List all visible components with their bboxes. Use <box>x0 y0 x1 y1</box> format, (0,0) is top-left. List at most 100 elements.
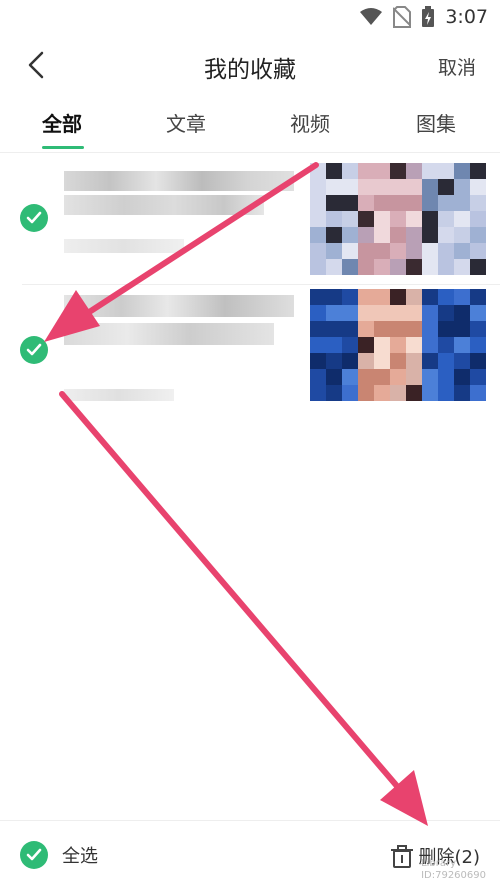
thumbnail-pixel <box>390 385 406 401</box>
thumbnail-pixel <box>470 243 486 259</box>
checkbox-checked[interactable] <box>20 204 48 232</box>
thumbnail-pixel <box>358 227 374 243</box>
thumbnail-pixel <box>438 289 454 305</box>
thumbnail-pixel <box>406 305 422 321</box>
select-all-button[interactable]: 全选 <box>20 841 98 869</box>
thumbnail-pixel <box>438 195 454 211</box>
thumbnail-pixel <box>454 243 470 259</box>
thumbnail-pixel <box>358 321 374 337</box>
tab-galleries[interactable]: 图集 <box>416 108 456 137</box>
thumbnail-pixel <box>390 211 406 227</box>
thumbnail-pixel <box>454 289 470 305</box>
tab-articles[interactable]: 文章 <box>166 108 206 137</box>
thumbnail-pixel <box>454 163 470 179</box>
thumbnail-pixel <box>470 211 486 227</box>
tab-videos[interactable]: 视频 <box>290 108 330 137</box>
checkbox-checked[interactable] <box>20 336 48 364</box>
thumbnail-pixel <box>422 243 438 259</box>
thumbnail-pixel <box>470 353 486 369</box>
thumbnail-pixel <box>470 321 486 337</box>
page-title: 我的收藏 <box>204 57 296 83</box>
thumbnail-pixel <box>406 211 422 227</box>
thumbnail-pixel <box>470 195 486 211</box>
thumbnail-pixel <box>326 305 342 321</box>
thumbnail-pixel <box>406 195 422 211</box>
thumbnail-pixel <box>374 353 390 369</box>
thumbnail-pixel <box>406 353 422 369</box>
thumbnail-pixel <box>342 179 358 195</box>
thumbnail-pixel <box>310 227 326 243</box>
thumbnail-pixel <box>438 321 454 337</box>
thumbnail-pixel <box>342 211 358 227</box>
active-tab-indicator <box>42 146 84 149</box>
thumbnail-pixel <box>422 305 438 321</box>
thumbnail-pixel <box>374 227 390 243</box>
thumbnail-pixel <box>422 163 438 179</box>
thumbnail-pixel <box>390 353 406 369</box>
status-icons: 3:07 <box>359 6 488 28</box>
thumbnail-pixel <box>422 259 438 275</box>
thumbnail-image <box>310 163 486 275</box>
thumbnail-pixel <box>358 179 374 195</box>
thumbnail-pixel <box>454 369 470 385</box>
wifi-icon <box>360 8 383 25</box>
thumbnail-pixel <box>310 289 326 305</box>
thumbnail-pixel <box>454 259 470 275</box>
select-all-checkbox[interactable] <box>20 841 48 869</box>
thumbnail-pixel <box>454 211 470 227</box>
watermark-line: Library <box>421 858 457 869</box>
thumbnail-pixel <box>422 385 438 401</box>
thumbnail-pixel <box>374 259 390 275</box>
thumbnail-pixel <box>406 385 422 401</box>
thumbnail-pixel <box>390 163 406 179</box>
tab-all[interactable]: 全部 <box>42 108 82 137</box>
thumbnail-pixel <box>358 243 374 259</box>
thumbnail-pixel <box>454 305 470 321</box>
thumbnail-pixel <box>454 385 470 401</box>
thumbnail-pixel <box>310 243 326 259</box>
thumbnail-pixel <box>422 369 438 385</box>
thumbnail-pixel <box>342 163 358 179</box>
thumbnail-pixel <box>406 243 422 259</box>
thumbnail-pixel <box>310 163 326 179</box>
thumbnail-pixel <box>454 179 470 195</box>
thumbnail-pixel <box>358 353 374 369</box>
list-item[interactable] <box>0 285 500 417</box>
thumbnail-pixel <box>390 179 406 195</box>
thumbnail-pixel <box>358 337 374 353</box>
check-icon <box>26 211 42 224</box>
thumbnail-pixel <box>406 227 422 243</box>
thumbnail-pixel <box>454 227 470 243</box>
thumbnail-pixel <box>406 369 422 385</box>
thumbnail-pixel <box>358 385 374 401</box>
thumbnail-pixel <box>342 321 358 337</box>
thumbnail-pixel <box>374 179 390 195</box>
thumbnail-pixel <box>326 337 342 353</box>
thumbnail-pixel <box>326 369 342 385</box>
cancel-button[interactable]: 取消 <box>438 53 476 80</box>
thumbnail-pixel <box>326 385 342 401</box>
thumbnail-pixel <box>310 369 326 385</box>
thumbnail-pixel <box>438 179 454 195</box>
thumbnail-pixel <box>406 321 422 337</box>
thumbnail-pixel <box>374 305 390 321</box>
thumbnail-pixel <box>438 163 454 179</box>
thumbnail-pixel <box>326 259 342 275</box>
thumbnail-pixel <box>438 385 454 401</box>
thumbnail-pixel <box>438 369 454 385</box>
thumbnail-pixel <box>390 305 406 321</box>
thumbnail-pixel <box>358 259 374 275</box>
list-item[interactable] <box>0 153 500 285</box>
thumbnail-pixel <box>374 243 390 259</box>
thumbnail-pixel <box>406 259 422 275</box>
thumbnail-pixel <box>390 321 406 337</box>
thumbnail-pixel <box>374 163 390 179</box>
battery-charging-icon <box>422 6 435 27</box>
thumbnail-pixel <box>422 195 438 211</box>
thumbnail-pixel <box>310 179 326 195</box>
thumbnail-pixel <box>422 289 438 305</box>
thumbnail-pixel <box>326 321 342 337</box>
thumbnail-pixel <box>342 289 358 305</box>
thumbnail-pixel <box>374 195 390 211</box>
thumbnail-pixel <box>342 195 358 211</box>
